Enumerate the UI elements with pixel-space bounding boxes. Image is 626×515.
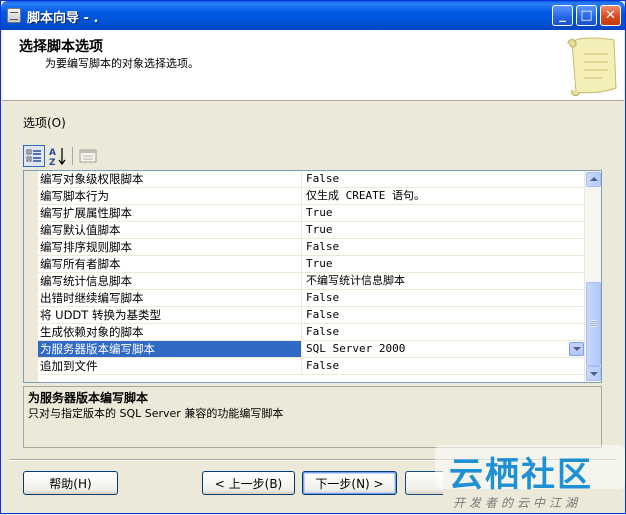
title-bar[interactable]: 脚本向导 - . _ □ ✕ xyxy=(1,1,625,30)
minimize-button[interactable]: _ xyxy=(552,5,573,26)
property-row[interactable]: 将 UDDT 转换为基类型 False xyxy=(38,307,586,324)
scroll-down-arrow-icon[interactable] xyxy=(586,366,601,381)
property-value[interactable]: True xyxy=(302,222,586,238)
categorized-view-button[interactable] xyxy=(23,145,45,167)
description-panel: 为服务器版本编写脚本 只对与指定版本的 SQL Server 兼容的功能编写脚本 xyxy=(23,386,602,448)
property-name[interactable]: 编写排序规则脚本 xyxy=(38,239,302,255)
svg-text:Z: Z xyxy=(49,158,56,167)
property-row[interactable]: 编写默认值脚本 True xyxy=(38,222,586,239)
property-value[interactable]: False xyxy=(302,239,586,255)
grid-left-margin xyxy=(24,171,38,382)
page-title: 选择脚本选项 xyxy=(19,39,103,55)
property-row[interactable]: 生成依赖对象的脚本 False xyxy=(38,324,586,341)
back-button[interactable]: < 上一步(B) xyxy=(202,471,295,495)
property-value[interactable]: 不编写统计信息脚本 xyxy=(302,273,586,289)
scroll-up-arrow-icon[interactable] xyxy=(586,172,601,187)
property-name[interactable]: 编写所有者脚本 xyxy=(38,256,302,272)
alphabetical-view-button[interactable]: A Z xyxy=(47,145,69,168)
scroll-paper-icon xyxy=(567,37,617,97)
scrollbar-thumb[interactable] xyxy=(586,282,601,366)
property-row[interactable]: 编写统计信息脚本 不编写统计信息脚本 xyxy=(38,273,586,290)
next-button[interactable]: 下一步(N) > xyxy=(302,471,397,495)
wizard-header: 选择脚本选项 为要编写脚本的对象选择选项。 xyxy=(2,30,624,101)
categorized-icon xyxy=(26,149,41,162)
property-value[interactable]: False xyxy=(302,290,586,306)
svg-text:A: A xyxy=(49,148,56,158)
property-row[interactable]: 出错时继续编写脚本 False xyxy=(38,290,586,307)
property-name[interactable]: 编写脚本行为 xyxy=(38,188,302,204)
property-name[interactable]: 出错时继续编写脚本 xyxy=(38,290,302,306)
property-name[interactable]: 编写统计信息脚本 xyxy=(38,273,302,289)
property-rows: 编写对象级权限脚本 False 编写脚本行为 仅生成 CREATE 语句。 编写扩展属性… xyxy=(38,171,586,375)
grip-icon xyxy=(591,320,597,327)
property-row[interactable]: 编写扩展属性脚本 True xyxy=(38,205,586,222)
watermark-tagline: 开发者的云中江湖 xyxy=(453,496,582,510)
description-title: 为服务器版本编写脚本 xyxy=(28,391,149,405)
property-name[interactable]: 为服务器版本编写脚本 xyxy=(38,341,302,357)
property-value[interactable]: SQL Server 2000 xyxy=(302,341,586,357)
chevron-down-icon[interactable] xyxy=(569,342,584,356)
property-pages-icon xyxy=(79,149,97,163)
property-value[interactable]: False xyxy=(302,358,586,374)
property-row[interactable]: 追加到文件 False xyxy=(38,358,586,375)
window-title: 脚本向导 - . xyxy=(27,11,99,26)
description-text: 只对与指定版本的 SQL Server 兼容的功能编写脚本 xyxy=(28,407,284,420)
property-name[interactable]: 生成依赖对象的脚本 xyxy=(38,324,302,340)
page-subtitle: 为要编写脚本的对象选择选项。 xyxy=(45,57,199,70)
property-grid: 编写对象级权限脚本 False 编写脚本行为 仅生成 CREATE 语句。 编写扩展属性… xyxy=(23,170,602,383)
property-name[interactable]: 将 UDDT 转换为基类型 xyxy=(38,307,302,323)
toolbar-separator xyxy=(72,147,73,165)
sort-alpha-icon: A Z xyxy=(49,148,66,168)
property-row[interactable]: 为服务器版本编写脚本 SQL Server 2000 xyxy=(38,341,586,358)
property-row[interactable]: 编写所有者脚本 True xyxy=(38,256,586,273)
property-name[interactable]: 编写默认值脚本 xyxy=(38,222,302,238)
maximize-button[interactable]: □ xyxy=(576,5,597,26)
property-name[interactable]: 追加到文件 xyxy=(38,358,302,374)
property-name[interactable]: 编写扩展属性脚本 xyxy=(38,205,302,221)
options-label: 选项(O) xyxy=(23,116,66,130)
watermark-logo: 云栖社区 xyxy=(449,455,593,495)
watermark: 云栖社区 开发者的云中江湖 xyxy=(419,441,626,515)
property-value[interactable]: False xyxy=(302,171,586,187)
vertical-scrollbar[interactable] xyxy=(584,171,601,382)
script-wizard-icon xyxy=(7,8,21,23)
close-button[interactable]: ✕ xyxy=(600,5,621,26)
property-value[interactable]: False xyxy=(302,307,586,323)
property-row[interactable]: 编写对象级权限脚本 False xyxy=(38,171,586,188)
wizard-window: 脚本向导 - . _ □ ✕ 选择脚本选项 为要编写脚本的对象选择选项。 选项(… xyxy=(0,0,626,514)
property-row[interactable]: 编写脚本行为 仅生成 CREATE 语句。 xyxy=(38,188,586,205)
property-value[interactable]: True xyxy=(302,205,586,221)
property-pages-button[interactable] xyxy=(77,145,99,167)
help-button[interactable]: 帮助(H) xyxy=(23,471,118,495)
property-value[interactable]: True xyxy=(302,256,586,272)
property-value[interactable]: False xyxy=(302,324,586,340)
property-row[interactable]: 编写排序规则脚本 False xyxy=(38,239,586,256)
property-name[interactable]: 编写对象级权限脚本 xyxy=(38,171,302,187)
property-value[interactable]: 仅生成 CREATE 语句。 xyxy=(302,188,586,204)
